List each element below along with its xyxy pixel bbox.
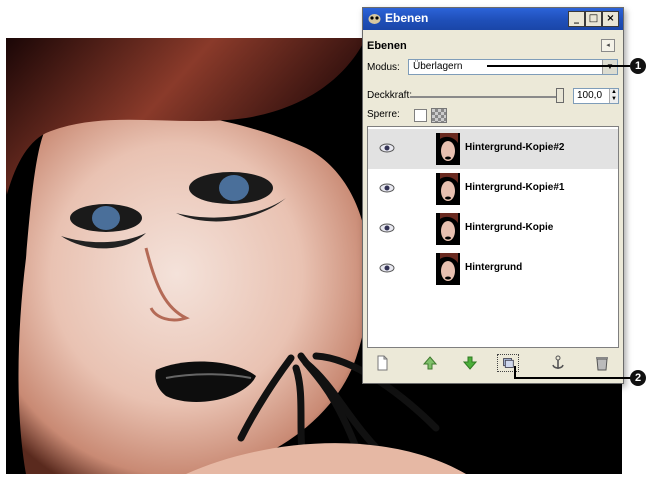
layer-name: Hintergrund (465, 262, 523, 273)
layer-name: Hintergrund-Kopie#1 (465, 182, 565, 193)
tab-menu-icon[interactable]: ◂ (601, 39, 615, 52)
dialog-title: Ebenen (385, 11, 429, 25)
dock-title: Ebenen (367, 40, 407, 52)
layer-button-bar (367, 352, 619, 376)
opacity-value: 100,0 (577, 90, 603, 101)
opacity-spinbox[interactable]: 100,0 ▲ ▼ (573, 88, 619, 104)
layer-row[interactable]: Hintergrund-Kopie (368, 209, 618, 249)
lock-alpha-icon[interactable] (431, 108, 447, 123)
callout-1: 1 (630, 58, 646, 74)
layer-thumbnail (436, 213, 460, 245)
callout-line-2-stem (514, 366, 516, 378)
lower-layer-icon[interactable] (459, 354, 481, 372)
maximize-button[interactable]: □ (585, 11, 602, 27)
opacity-label: Deckkraft: (367, 90, 413, 101)
layer-row[interactable]: Hintergrund-Kopie#2 (368, 129, 618, 169)
layer-thumbnail (436, 173, 460, 205)
minimize-button[interactable]: _ (568, 11, 585, 27)
eye-icon[interactable] (379, 262, 395, 274)
close-button[interactable]: × (602, 11, 619, 27)
callout-line-2 (514, 377, 632, 379)
layer-row[interactable]: Hintergrund-Kopie#1 (368, 169, 618, 209)
layer-thumbnail (436, 253, 460, 285)
mode-label: Modus: (367, 62, 400, 73)
spin-arrows-icon[interactable]: ▲ ▼ (609, 89, 618, 103)
delete-layer-icon[interactable] (591, 354, 613, 372)
eye-icon[interactable] (379, 222, 395, 234)
raise-layer-icon[interactable] (419, 354, 441, 372)
eye-icon[interactable] (379, 142, 395, 154)
dialog-titlebar[interactable]: Ebenen _ □ × (363, 8, 623, 30)
callout-line-1 (487, 65, 630, 67)
mode-value: Überlagern (413, 61, 463, 72)
lock-label: Sperre: (367, 109, 400, 120)
chevron-down-icon[interactable]: ▼ (602, 60, 617, 74)
opacity-slider[interactable] (410, 96, 560, 98)
layers-dialog: Ebenen _ □ × Ebenen ◂ Modus: Überlagern … (362, 7, 624, 384)
layer-list: Hintergrund-Kopie#2 Hintergrund-Kopie#1 … (367, 126, 619, 348)
layer-name: Hintergrund-Kopie#2 (465, 142, 565, 153)
anchor-layer-icon[interactable] (547, 354, 569, 372)
opacity-slider-handle[interactable] (556, 88, 564, 103)
callout-2: 2 (630, 370, 646, 386)
mode-select[interactable]: Überlagern ▼ (408, 59, 618, 75)
new-layer-icon[interactable] (371, 354, 393, 372)
gimp-app-icon (368, 14, 381, 24)
lock-checkbox[interactable] (414, 109, 427, 122)
eye-icon[interactable] (379, 182, 395, 194)
layer-row[interactable]: Hintergrund (368, 249, 618, 289)
layer-thumbnail (436, 133, 460, 165)
layer-name: Hintergrund-Kopie (465, 222, 554, 233)
